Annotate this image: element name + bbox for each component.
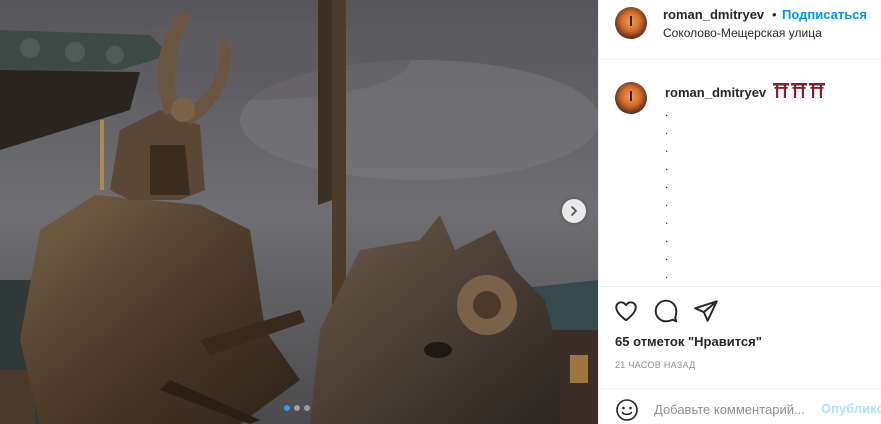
caption-line: . xyxy=(665,177,669,191)
speech-bubble-icon[interactable] xyxy=(653,298,679,324)
caption-line: . xyxy=(665,141,669,155)
carousel-dot xyxy=(304,405,310,411)
like-count[interactable]: 65 отметок "Нравится" xyxy=(615,334,762,349)
heart-icon[interactable] xyxy=(613,298,639,324)
torii-gate-icon xyxy=(791,83,807,98)
caption-line: . xyxy=(665,195,669,209)
post-timestamp[interactable]: 21 ЧАСОВ НАЗАД xyxy=(615,360,696,370)
torii-gate-icon xyxy=(773,83,789,98)
caption-line: . xyxy=(665,159,669,173)
caption-line: . xyxy=(665,213,669,227)
follow-button[interactable]: Подписаться xyxy=(782,7,867,22)
caption-line: . xyxy=(665,123,669,137)
smiley-icon[interactable] xyxy=(615,398,639,422)
carousel-dot xyxy=(294,405,300,411)
post-photo[interactable] xyxy=(0,0,598,424)
carousel-indicator xyxy=(284,405,310,411)
comment-input[interactable] xyxy=(654,399,819,419)
publish-button[interactable]: Опубликовать xyxy=(821,401,881,416)
caption-username[interactable]: roman_dmitryev xyxy=(665,85,766,100)
action-bar xyxy=(599,288,881,336)
chevron-right-icon xyxy=(571,206,577,216)
comment-form: Опубликовать xyxy=(599,388,881,424)
caption-line: . xyxy=(665,249,669,263)
samurai-statue-image xyxy=(0,0,598,424)
carousel-dot-active xyxy=(284,405,290,411)
post-sidebar: roman_dmitryev • Подписаться Соколово-Ме… xyxy=(598,0,881,424)
paper-plane-icon[interactable] xyxy=(693,298,719,324)
next-slide-button[interactable] xyxy=(562,199,586,223)
caption-text: . . . . . . . . . . xyxy=(665,103,668,283)
post-header: roman_dmitryev • Подписаться Соколово-Ме… xyxy=(599,0,881,60)
separator-dot: • xyxy=(772,7,777,22)
caption-line: . xyxy=(665,105,669,119)
location-link[interactable]: Соколово-Мещерская улица xyxy=(663,26,822,40)
caption-line: . xyxy=(665,267,669,281)
caption-emoji xyxy=(773,82,825,98)
torii-gate-icon xyxy=(809,83,825,98)
caption-line: . xyxy=(665,231,669,245)
author-username[interactable]: roman_dmitryev xyxy=(663,7,764,22)
avatar[interactable] xyxy=(615,7,647,39)
avatar[interactable] xyxy=(615,82,647,114)
caption-block: roman_dmitryev . . . . . . . . . . xyxy=(599,61,881,287)
